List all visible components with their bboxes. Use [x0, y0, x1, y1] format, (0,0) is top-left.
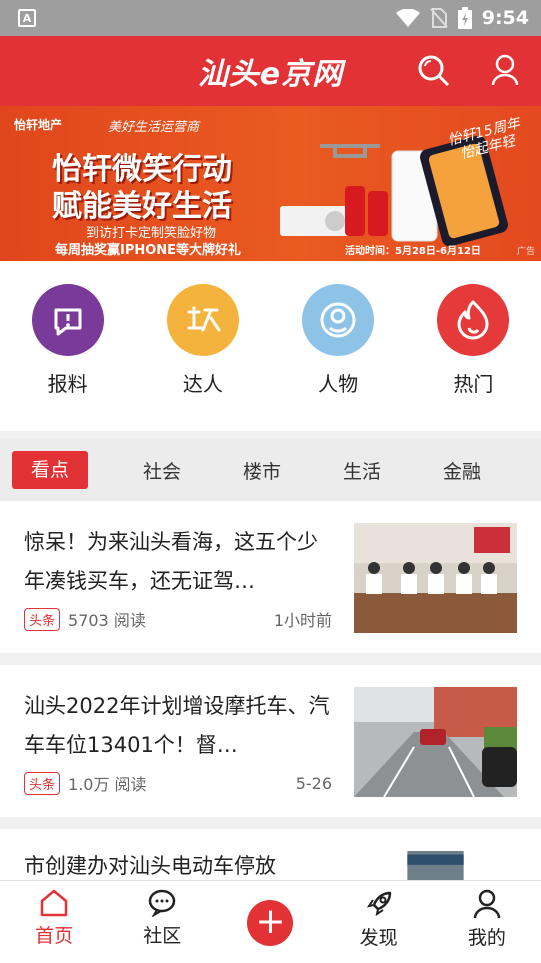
expert-icon — [166, 284, 239, 356]
category-tabs: 看点 社会 楼市 生活 金融 — [0, 439, 541, 501]
news-feed: 惊呆！为来汕头看海，这五个少年凑钱买车，还无证驾… 头条 5703 阅读 1小时… — [0, 501, 541, 889]
flame-icon — [437, 284, 510, 356]
publish-time: 1小时前 — [273, 611, 332, 630]
headline-badge: 头条 — [24, 771, 61, 795]
banner-brand: 怡轩地产 — [14, 118, 63, 132]
quick-entry-hot[interactable]: 热门 — [423, 284, 523, 431]
tab-life[interactable]: 生活 — [312, 457, 412, 484]
user-icon[interactable] — [491, 54, 519, 86]
app-notification-icon: A — [18, 9, 36, 27]
bottom-navigation: 首页 社区 + 发现 我的 — [0, 880, 541, 963]
chat-bubble-icon — [149, 889, 176, 917]
quick-entry-label: 达人 — [182, 372, 223, 396]
nav-me[interactable]: 我的 — [442, 889, 532, 950]
news-title: 汕头2022年计划增设摩托车、汽车车位13401个！督… — [24, 694, 330, 757]
publish-time: 5-26 — [295, 773, 332, 793]
nav-label: 首页 — [35, 925, 74, 947]
rocket-icon — [366, 891, 391, 917]
home-icon — [40, 889, 68, 917]
nav-discover[interactable]: 发现 — [334, 889, 424, 950]
search-icon[interactable] — [417, 54, 451, 88]
tab-kandian[interactable]: 看点 — [12, 451, 88, 489]
news-thumbnail — [354, 523, 517, 633]
read-count: 1.0万 阅读 — [68, 775, 147, 794]
profile-icon — [473, 889, 501, 919]
quick-entry-people[interactable]: 人物 — [288, 284, 388, 431]
read-count: 5703 阅读 — [68, 611, 146, 630]
app-header: 汕头e京网 — [0, 36, 541, 106]
ad-banner[interactable]: 怡轩地产 美好生活运营商 怡轩微笑行动 赋能美好生活 到访打卡定制笑脸好物 每周… — [0, 106, 541, 261]
quick-entry-report[interactable]: 报料 — [18, 284, 118, 431]
clock: 9:54 — [481, 7, 529, 29]
quick-entry-label: 人物 — [318, 372, 359, 396]
person-icon — [302, 284, 375, 356]
headline-badge: 头条 — [24, 607, 61, 631]
news-card[interactable]: 惊呆！为来汕头看海，这五个少年凑钱买车，还无证驾… 头条 5703 阅读 1小时… — [0, 501, 541, 653]
quick-entry-label: 热门 — [453, 372, 494, 396]
tab-finance[interactable]: 金融 — [412, 457, 512, 484]
news-card[interactable]: 汕头2022年计划增设摩托车、汽车车位13401个！督… 头条 1.0万 阅读 … — [0, 665, 541, 817]
nav-label: 我的 — [467, 927, 506, 949]
banner-promo-date: 活动时间：5月28日-6月12日 — [345, 246, 481, 257]
banner-sub-2: 每周抽奖赢IPHONE等大牌好礼 — [55, 243, 242, 258]
quick-entry-bar: 报料 达人 人物 热门 — [0, 261, 541, 431]
app-logo: 汕头e京网 — [197, 57, 344, 92]
tab-society[interactable]: 社会 — [112, 457, 212, 484]
quick-entry-label: 报料 — [47, 372, 88, 396]
nav-home[interactable]: 首页 — [9, 889, 99, 948]
battery-charging-icon — [457, 7, 472, 29]
banner-brand-sub: 美好生活运营商 — [108, 120, 200, 135]
nav-community[interactable]: 社区 — [117, 889, 207, 948]
add-post-button[interactable]: + — [247, 900, 294, 946]
nav-label: 社区 — [143, 925, 182, 947]
status-bar: A 9:54 — [0, 0, 541, 36]
news-thumbnail — [354, 687, 517, 797]
report-icon — [31, 284, 104, 356]
no-sim-icon — [429, 8, 448, 28]
news-title: 惊呆！为来汕头看海，这五个少年凑钱买车，还无证驾… — [24, 530, 318, 593]
tab-property[interactable]: 楼市 — [212, 457, 312, 484]
ad-label: 广告 — [516, 247, 535, 257]
nav-post[interactable]: + — [225, 889, 315, 946]
quick-entry-experts[interactable]: 达人 — [153, 284, 253, 431]
nav-label: 发现 — [359, 927, 398, 949]
wifi-icon — [395, 9, 420, 27]
banner-headline-2: 赋能美好生活 — [52, 189, 232, 224]
